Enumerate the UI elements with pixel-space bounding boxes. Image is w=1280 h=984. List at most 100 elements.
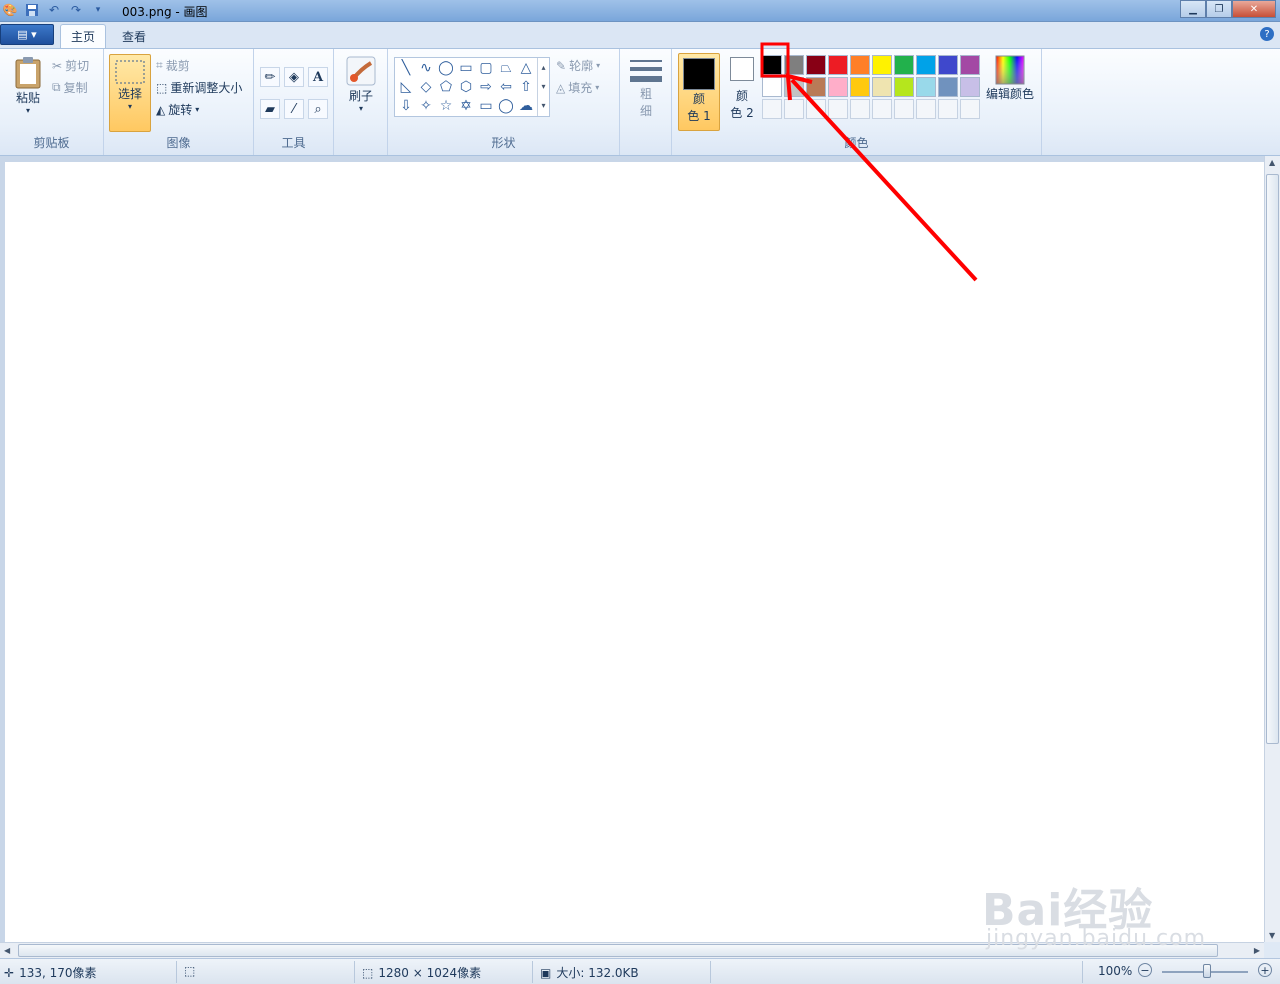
custom-color-slot[interactable] (894, 99, 914, 119)
select-button[interactable]: 选择 ▾ (109, 54, 151, 132)
color-swatch[interactable] (784, 77, 804, 97)
custom-color-slot[interactable] (960, 99, 980, 119)
triangle-shape-icon[interactable]: △ (517, 59, 535, 77)
oval-shape-icon[interactable]: ◯ (437, 59, 455, 77)
color-swatch[interactable] (960, 77, 980, 97)
color-swatch[interactable] (828, 77, 848, 97)
pentagon-shape-icon[interactable]: ⬠ (437, 78, 455, 96)
resize-button[interactable]: ⬚ 重新调整大小 (156, 79, 242, 96)
color-swatch[interactable] (850, 55, 870, 75)
color2-button[interactable]: 颜 色 2 (724, 57, 760, 121)
redo-icon[interactable]: ↷ (68, 2, 84, 18)
fill-bucket-icon[interactable]: ◈ (284, 67, 304, 87)
save-icon[interactable] (24, 2, 40, 18)
tab-home[interactable]: 主页 (60, 24, 107, 48)
canvas-size-icon: ⬚ (362, 965, 374, 980)
vertical-scroll-thumb[interactable] (1266, 174, 1279, 744)
outline-button[interactable]: ✎ 轮廓 ▾ (556, 57, 600, 74)
color-swatch[interactable] (828, 55, 848, 75)
custom-color-slot[interactable] (806, 99, 826, 119)
right-triangle-shape-icon[interactable]: ◺ (397, 78, 415, 96)
crop-button[interactable]: ⌗ 裁剪 (156, 57, 190, 74)
left-arrow-shape-icon[interactable]: ⇦ (497, 78, 515, 96)
magnifier-icon[interactable]: ⌕ (308, 99, 328, 119)
scroll-down-icon[interactable]: ▼ (1269, 931, 1275, 940)
color-swatch[interactable] (784, 55, 804, 75)
cloud-callout-shape-icon[interactable]: ☁ (517, 97, 535, 115)
rotate-button[interactable]: ◭ 旋转 ▾ (156, 101, 199, 118)
color-swatch[interactable] (806, 55, 826, 75)
up-arrow-shape-icon[interactable]: ⇧ (517, 78, 535, 96)
zoom-out-button[interactable]: − (1138, 963, 1152, 977)
size-button[interactable]: 粗 细 (628, 57, 664, 119)
color-swatch[interactable] (938, 77, 958, 97)
polygon-shape-icon[interactable]: ⏢ (497, 59, 515, 77)
custom-color-slot[interactable] (784, 99, 804, 119)
scroll-left-icon[interactable]: ◀ (4, 946, 10, 955)
rounded-rectangle-shape-icon[interactable]: ▢ (477, 59, 495, 77)
rectangle-shape-icon[interactable]: ▭ (457, 59, 475, 77)
color-swatch[interactable] (872, 55, 892, 75)
down-arrow-shape-icon[interactable]: ⇩ (397, 97, 415, 115)
selection-rectangle-icon (114, 59, 146, 85)
edit-colors-button[interactable]: 编辑颜色 (982, 55, 1038, 102)
color-swatch[interactable] (894, 55, 914, 75)
color-swatch[interactable] (762, 55, 782, 75)
app-menu-button[interactable]: ▤ ▾ (0, 24, 54, 45)
zoom-out-icon: − (1138, 963, 1152, 977)
right-arrow-shape-icon[interactable]: ⇨ (477, 78, 495, 96)
ribbon-tab-row: ▤ ▾ 主页 查看 ? (0, 22, 1280, 48)
shapes-scroll[interactable]: ▴ ▾ ▾ (537, 58, 549, 116)
color-swatch[interactable] (938, 55, 958, 75)
brushes-button[interactable]: 刷子 ▾ (342, 55, 380, 113)
custom-color-slot[interactable] (828, 99, 848, 119)
vertical-scrollbar[interactable]: ▲ ▼ (1264, 156, 1280, 942)
custom-color-slot[interactable] (762, 99, 782, 119)
baidu-jingyan-watermark: Bai经验 jingyan.baidu.com (982, 885, 1207, 951)
paste-button[interactable]: 粘贴 ▾ (8, 55, 48, 115)
minimize-button[interactable]: ▁ (1180, 0, 1206, 18)
color-swatch[interactable] (894, 77, 914, 97)
line-shape-icon[interactable]: ╲ (397, 59, 415, 77)
paint-app-icon[interactable]: 🎨 (2, 2, 18, 18)
restore-button[interactable]: ❐ (1206, 0, 1232, 18)
rect-callout-shape-icon[interactable]: ▭ (477, 97, 495, 115)
drawing-canvas[interactable] (5, 162, 1264, 942)
zoom-slider-thumb[interactable] (1203, 964, 1211, 978)
copy-button[interactable]: ⧉ 复制 (52, 79, 88, 96)
six-point-star-shape-icon[interactable]: ✡ (457, 97, 475, 115)
scroll-up-icon[interactable]: ▲ (1269, 158, 1275, 167)
scroll-right-icon[interactable]: ▶ (1254, 946, 1260, 955)
color-swatch[interactable] (872, 77, 892, 97)
oval-callout-shape-icon[interactable]: ◯ (497, 97, 515, 115)
custom-color-slot[interactable] (916, 99, 936, 119)
color-swatch[interactable] (850, 77, 870, 97)
qat-customize-icon[interactable]: ▾ (90, 2, 106, 18)
close-button[interactable]: ✕ (1232, 0, 1276, 18)
zoom-in-button[interactable]: + (1258, 963, 1272, 977)
custom-color-slot[interactable] (850, 99, 870, 119)
tab-view[interactable]: 查看 (112, 24, 156, 48)
color-swatch[interactable] (916, 55, 936, 75)
curve-shape-icon[interactable]: ∿ (417, 59, 435, 77)
shapes-gallery[interactable]: ╲ ∿ ◯ ▭ ▢ ⏢ △ ◺ ◇ ⬠ ⬡ ⇨ ⇦ ⇧ ⇩ ✧ ☆ ✡ ▭ ◯ … (394, 57, 550, 117)
diamond-shape-icon[interactable]: ◇ (417, 78, 435, 96)
five-point-star-shape-icon[interactable]: ☆ (437, 97, 455, 115)
cut-button[interactable]: ✂ 剪切 (52, 57, 89, 74)
pencil-icon[interactable]: ✏ (260, 67, 280, 87)
custom-color-slot[interactable] (938, 99, 958, 119)
help-icon[interactable]: ? (1260, 27, 1274, 41)
custom-color-slot[interactable] (872, 99, 892, 119)
eraser-icon[interactable]: ▰ (260, 99, 280, 119)
four-point-star-shape-icon[interactable]: ✧ (417, 97, 435, 115)
color-picker-icon[interactable]: ⁄ (284, 99, 304, 119)
undo-icon[interactable]: ↶ (46, 2, 62, 18)
hexagon-shape-icon[interactable]: ⬡ (457, 78, 475, 96)
color-swatch[interactable] (916, 77, 936, 97)
color1-button[interactable]: 颜 色 1 (678, 53, 720, 131)
color-swatch[interactable] (806, 77, 826, 97)
fill-button[interactable]: ◬ 填充 ▾ (556, 79, 599, 96)
text-tool-icon[interactable]: A (308, 67, 328, 87)
color-swatch[interactable] (960, 55, 980, 75)
color-swatch[interactable] (762, 77, 782, 97)
